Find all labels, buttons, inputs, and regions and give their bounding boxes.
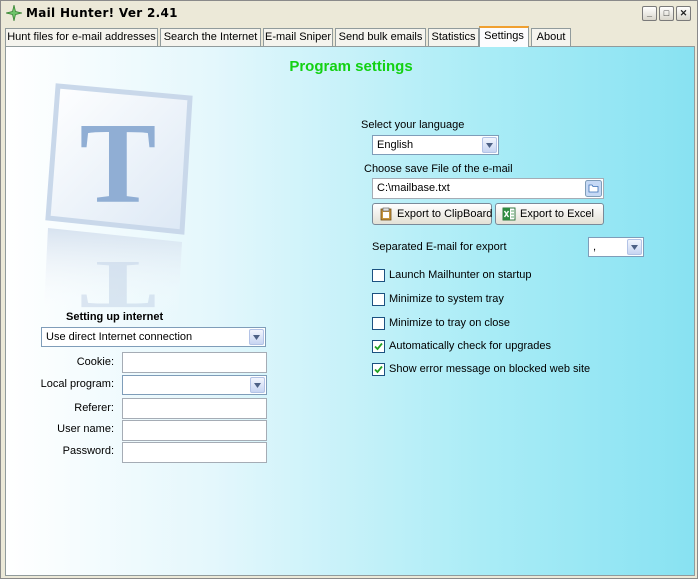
excel-icon xyxy=(502,207,516,221)
cookie-field[interactable] xyxy=(122,352,267,373)
separator-label: Separated E-mail for export xyxy=(372,241,507,253)
tab-statistics[interactable]: Statistics xyxy=(428,28,479,46)
local-program-label: Local program: xyxy=(40,378,114,390)
minimize-button[interactable]: _ xyxy=(642,6,657,21)
tab-about[interactable]: About xyxy=(531,28,571,46)
separator-select[interactable]: , xyxy=(588,237,644,257)
chevron-down-icon[interactable] xyxy=(627,239,642,255)
checkbox-minimize-on-close[interactable] xyxy=(372,317,385,330)
tab-email-sniper[interactable]: E-mail Sniper xyxy=(263,28,333,46)
checkbox-check-upgrades[interactable] xyxy=(372,340,385,353)
close-button[interactable]: ✕ xyxy=(676,6,691,21)
chevron-down-icon[interactable] xyxy=(249,329,264,345)
main-window: Mail Hunter! Ver 2.41 _ □ ✕ Hunt files f… xyxy=(0,0,698,579)
svg-text:T: T xyxy=(80,100,157,227)
language-label: Select your language xyxy=(361,119,465,131)
letter-t-logo: T T xyxy=(44,83,193,322)
export-excel-button[interactable]: Export to Excel xyxy=(495,203,604,225)
checkmark-icon xyxy=(374,342,383,351)
tab-settings[interactable]: Settings xyxy=(479,26,529,47)
page-title: Program settings xyxy=(289,58,413,75)
cookie-label: Cookie: xyxy=(76,356,114,368)
window-title: Mail Hunter! Ver 2.41 xyxy=(26,6,178,20)
tab-search-internet[interactable]: Search the Internet xyxy=(160,28,261,46)
export-clipboard-label: Export to ClipBoard xyxy=(397,208,493,220)
save-file-field[interactable]: C:\mailbase.txt xyxy=(372,178,604,199)
settings-panel: Program settings T T Select your languag… xyxy=(5,46,695,576)
tab-send-bulk-emails[interactable]: Send bulk emails xyxy=(335,28,426,46)
export-excel-label: Export to Excel xyxy=(520,208,594,220)
save-file-label: Choose save File of the e-mail xyxy=(364,163,513,175)
maximize-button[interactable]: □ xyxy=(659,6,674,21)
username-field[interactable] xyxy=(122,420,267,441)
language-value: English xyxy=(377,139,414,151)
checkbox-minimize-to-tray[interactable] xyxy=(372,293,385,306)
sparkle-icon xyxy=(6,5,22,21)
username-label: User name: xyxy=(57,423,114,435)
referer-field[interactable] xyxy=(122,398,267,419)
checkbox-launch-on-startup[interactable] xyxy=(372,269,385,282)
connection-select[interactable]: Use direct Internet connection xyxy=(41,327,266,347)
clipboard-icon xyxy=(380,207,392,221)
browse-file-icon[interactable] xyxy=(585,180,602,197)
password-field[interactable] xyxy=(122,442,267,463)
connection-value: Use direct Internet connection xyxy=(46,331,193,343)
option-label: Minimize to tray on close xyxy=(389,317,511,329)
checkmark-icon xyxy=(374,365,383,374)
export-clipboard-button[interactable]: Export to ClipBoard xyxy=(372,203,492,225)
local-program-select[interactable] xyxy=(122,375,267,395)
checkbox-show-blocked-error[interactable] xyxy=(372,363,385,376)
separator-value: , xyxy=(593,241,597,253)
chevron-down-icon[interactable] xyxy=(250,377,265,393)
internet-heading: Setting up internet xyxy=(66,311,164,323)
option-label: Minimize to system tray xyxy=(389,293,504,305)
referer-label: Referer: xyxy=(74,402,114,414)
save-file-value: C:\mailbase.txt xyxy=(377,182,450,194)
tab-hunt-files[interactable]: Hunt files for e-mail addresses xyxy=(5,28,158,46)
title-bar: Mail Hunter! Ver 2.41 _ □ ✕ xyxy=(1,1,697,25)
tab-strip: Hunt files for e-mail addresses Search t… xyxy=(5,26,695,47)
password-label: Password: xyxy=(62,445,114,457)
language-select[interactable]: English xyxy=(372,135,499,155)
chevron-down-icon[interactable] xyxy=(482,137,497,153)
option-label: Automatically check for upgrades xyxy=(389,340,552,352)
option-label: Show error message on blocked web site xyxy=(389,363,591,375)
option-label: Launch Mailhunter on startup xyxy=(389,269,532,281)
